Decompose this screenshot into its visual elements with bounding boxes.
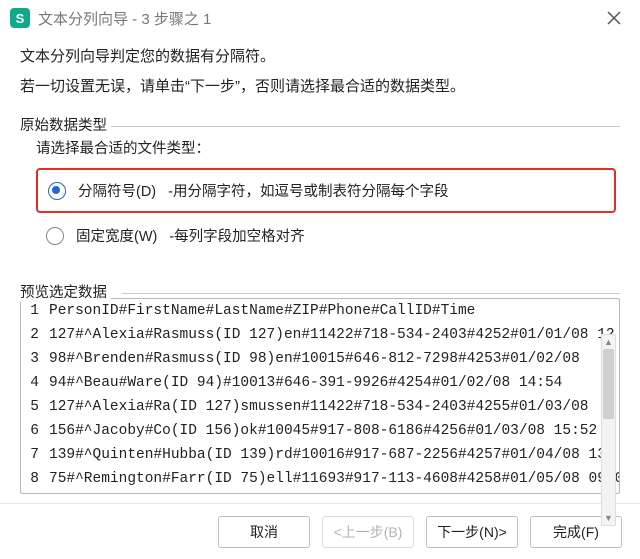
row-text: 75#^Remington#Farr(ID 75)ell#11693#917-1… <box>49 467 619 491</box>
preview-row: 6156#^Jacoby#Co(ID 156)ok#10045#917-808-… <box>21 419 619 443</box>
preview-row: 398#^Brenden#Rasmuss(ID 98)en#10015#646-… <box>21 347 619 371</box>
row-text: 94#^Beau#Ware(ID 94)#10013#646-391-9926#… <box>49 371 619 395</box>
app-icon: S <box>10 8 30 28</box>
group-original-data-type: 原始数据类型 请选择最合适的文件类型： 分隔符号(D) -用分隔字符，如逗号或制… <box>20 113 620 254</box>
group-preview: 预览选定数据 1PersonID#FirstName#LastName#ZIP#… <box>20 280 620 494</box>
row-number: 5 <box>21 395 49 419</box>
row-number: 2 <box>21 323 49 347</box>
row-text: 127#^Alexia#Ra(ID 127)smussen#11422#718-… <box>49 395 619 419</box>
intro-text-1: 文本分列向导判定您的数据有分隔符。 <box>20 44 620 70</box>
preview-row: 875#^Remington#Farr(ID 75)ell#11693#917-… <box>21 467 619 491</box>
row-text: 98#^Brenden#Rasmuss(ID 98)en#10015#646-8… <box>49 347 619 371</box>
preview-row: 2127#^Alexia#Rasmuss(ID 127)en#11422#718… <box>21 323 619 347</box>
group-title-data-type: 原始数据类型 <box>20 114 111 135</box>
preview-rows: 1PersonID#FirstName#LastName#ZIP#Phone#C… <box>21 299 619 493</box>
highlight-selected-option: 分隔符号(D) -用分隔字符，如逗号或制表符分隔每个字段 <box>36 168 616 213</box>
radio-fixed-width[interactable]: 固定宽度(W) -每列字段加空格对齐 <box>36 221 616 250</box>
window-title: 文本分列向导 - 3 步骤之 1 <box>38 8 211 29</box>
radio-label: 分隔符号(D) <box>78 180 156 201</box>
row-number: 7 <box>21 443 49 467</box>
radio-icon <box>46 227 64 245</box>
preview-row: 7139#^Quinten#Hubba(ID 139)rd#10016#917-… <box>21 443 619 467</box>
preview-row: 494#^Beau#Ware(ID 94)#10013#646-391-9926… <box>21 371 619 395</box>
row-number: 3 <box>21 347 49 371</box>
row-text: 139#^Quinten#Hubba(ID 139)rd#10016#917-6… <box>49 443 619 467</box>
row-number: 1 <box>21 299 49 323</box>
row-text: 156#^Jacoby#Co(ID 156)ok#10045#917-808-6… <box>49 419 619 443</box>
intro-text-2: 若一切设置无误，请单击“下一步”，否则请选择最合适的数据类型。 <box>20 74 620 100</box>
row-number: 4 <box>21 371 49 395</box>
radio-desc: -每列字段加空格对齐 <box>169 225 304 246</box>
row-text: 127#^Alexia#Rasmuss(ID 127)en#11422#718-… <box>49 323 619 347</box>
help-text-file-type: 请选择最合适的文件类型： <box>36 137 616 158</box>
scroll-up-icon[interactable]: ▲ <box>602 335 615 349</box>
radio-icon <box>48 182 66 200</box>
close-icon[interactable] <box>592 4 636 32</box>
back-button: <上一步(B) <box>322 516 414 548</box>
titlebar: S 文本分列向导 - 3 步骤之 1 <box>0 0 640 36</box>
row-number: 6 <box>21 419 49 443</box>
wizard-window: S 文本分列向导 - 3 步骤之 1 文本分列向导判定您的数据有分隔符。 若一切… <box>0 0 640 559</box>
row-text: PersonID#FirstName#LastName#ZIP#Phone#Ca… <box>49 299 619 323</box>
radio-label: 固定宽度(W) <box>76 225 157 246</box>
footer: 取消 <上一步(B) 下一步(N)> 完成(F) <box>0 503 640 559</box>
preview-box: 1PersonID#FirstName#LastName#ZIP#Phone#C… <box>20 298 620 494</box>
preview-row: 5127#^Alexia#Ra(ID 127)smussen#11422#718… <box>21 395 619 419</box>
radio-desc: -用分隔字符，如逗号或制表符分隔每个字段 <box>168 180 448 201</box>
preview-row: 1PersonID#FirstName#LastName#ZIP#Phone#C… <box>21 299 619 323</box>
row-number: 8 <box>21 467 49 491</box>
scroll-thumb[interactable] <box>603 349 614 419</box>
content-area: 文本分列向导判定您的数据有分隔符。 若一切设置无误，请单击“下一步”，否则请选择… <box>0 36 640 503</box>
preview-scrollbar[interactable]: ▲ ▼ <box>601 334 616 503</box>
next-button[interactable]: 下一步(N)> <box>426 516 518 548</box>
group-title-preview: 预览选定数据 <box>20 281 111 302</box>
cancel-button[interactable]: 取消 <box>218 516 310 548</box>
radio-delimited[interactable]: 分隔符号(D) -用分隔字符，如逗号或制表符分隔每个字段 <box>46 176 606 205</box>
